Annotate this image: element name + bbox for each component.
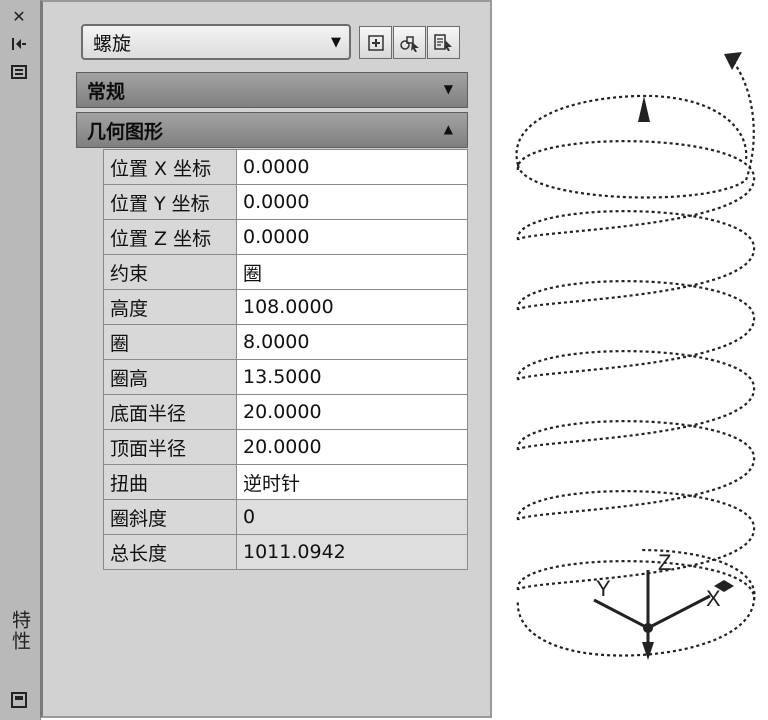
property-row: 圈斜度 0 bbox=[103, 499, 468, 535]
property-row[interactable]: 位置 Z 坐标 0.0000 bbox=[103, 219, 468, 255]
quick-select-button[interactable] bbox=[427, 26, 460, 59]
section-geometry-header[interactable]: 几何图形 ▲ bbox=[76, 112, 468, 148]
property-row[interactable]: 底面半径 20.0000 bbox=[103, 394, 468, 430]
property-label: 高度 bbox=[103, 289, 237, 325]
helix-direction-arrow bbox=[638, 96, 650, 122]
property-label: 总长度 bbox=[103, 534, 237, 570]
property-row[interactable]: 约束圈 bbox=[103, 254, 468, 290]
property-value[interactable]: 20.0000 bbox=[236, 394, 468, 430]
property-value[interactable]: 0.0000 bbox=[236, 184, 468, 220]
property-value: 0 bbox=[236, 499, 468, 535]
palette-title-strip: ✕ 特性 bbox=[0, 0, 41, 720]
section-general-label: 常规 bbox=[87, 80, 126, 103]
select-objects-button[interactable] bbox=[393, 26, 426, 59]
toggle-pickadd-button[interactable] bbox=[359, 26, 392, 59]
property-row: 总长度 1011.0942 bbox=[103, 534, 468, 570]
property-label: 圈斜度 bbox=[103, 499, 237, 535]
property-row[interactable]: 位置 Y 坐标 0.0000 bbox=[103, 184, 468, 220]
ucs-z-label: Z bbox=[658, 550, 671, 575]
section-geometry-label: 几何图形 bbox=[87, 120, 164, 143]
chevron-down-icon: ▼ bbox=[443, 82, 453, 96]
helix-end-arrow bbox=[724, 52, 742, 70]
close-icon[interactable]: ✕ bbox=[8, 6, 30, 26]
palette-vertical-title: 特性 bbox=[9, 610, 31, 652]
helix-curve bbox=[515, 59, 756, 657]
ucs-x-label: X bbox=[706, 586, 721, 611]
property-row[interactable]: 圈高 13.5000 bbox=[103, 359, 468, 395]
pickadd-icon bbox=[367, 34, 384, 51]
chevron-up-icon: ▲ bbox=[443, 122, 453, 136]
property-row[interactable]: 位置 X 坐标 0.0000 bbox=[103, 149, 468, 185]
property-row[interactable]: 扭曲 逆时针 bbox=[103, 464, 468, 500]
property-value[interactable]: 0.0000 bbox=[236, 149, 468, 185]
ucs-origin-arrow bbox=[642, 642, 654, 660]
chevron-down-icon: ▼ bbox=[331, 35, 341, 50]
property-label: 位置 X 坐标 bbox=[103, 149, 237, 185]
property-value[interactable]: 108.0000 bbox=[236, 289, 468, 325]
object-type-dropdown[interactable]: 螺旋 ▼ bbox=[81, 24, 351, 60]
palette-options-icon[interactable] bbox=[8, 690, 30, 710]
select-objects-icon bbox=[399, 35, 419, 52]
property-label: 圈 bbox=[103, 324, 237, 360]
ucs-icon bbox=[593, 570, 711, 650]
ucs-origin bbox=[643, 623, 653, 633]
property-label: 位置 Z 坐标 bbox=[103, 219, 237, 255]
property-value: 1011.0942 bbox=[236, 534, 468, 570]
properties-menu-icon[interactable] bbox=[8, 62, 30, 82]
quick-select-icon bbox=[433, 33, 452, 51]
ucs-y-label: Y bbox=[596, 576, 611, 601]
property-value[interactable]: 8.0000 bbox=[236, 324, 468, 360]
object-type-label: 螺旋 bbox=[93, 32, 132, 55]
property-row[interactable]: 圈 8.0000 bbox=[103, 324, 468, 360]
property-value[interactable]: 20.0000 bbox=[236, 429, 468, 465]
property-value[interactable]: 逆时针 bbox=[236, 464, 468, 500]
property-label: 约束 bbox=[103, 254, 237, 290]
auto-hide-icon[interactable] bbox=[8, 34, 30, 54]
property-label: 底面半径 bbox=[103, 394, 237, 430]
property-row[interactable]: 顶面半径 20.0000 bbox=[103, 429, 468, 465]
properties-palette: 螺旋 ▼ 常规 ▼ 几何图形 ▲ 位置 X 坐标 0.0000 位置 Y 坐标 0.… bbox=[40, 0, 492, 718]
property-value[interactable]: 0.0000 bbox=[236, 219, 468, 255]
property-value[interactable]: 圈 bbox=[236, 254, 468, 290]
property-label: 扭曲 bbox=[103, 464, 237, 500]
property-label: 位置 Y 坐标 bbox=[103, 184, 237, 220]
property-row[interactable]: 高度 108.0000 bbox=[103, 289, 468, 325]
property-label: 圈高 bbox=[103, 359, 237, 395]
geometry-properties-table: 位置 X 坐标 0.0000 位置 Y 坐标 0.0000 位置 Z 坐标 0.000… bbox=[103, 149, 468, 570]
property-value[interactable]: 13.5000 bbox=[236, 359, 468, 395]
section-general-header[interactable]: 常规 ▼ bbox=[76, 72, 468, 108]
property-label: 顶面半径 bbox=[103, 429, 237, 465]
helix-drawing: Z Y X bbox=[515, 52, 756, 660]
